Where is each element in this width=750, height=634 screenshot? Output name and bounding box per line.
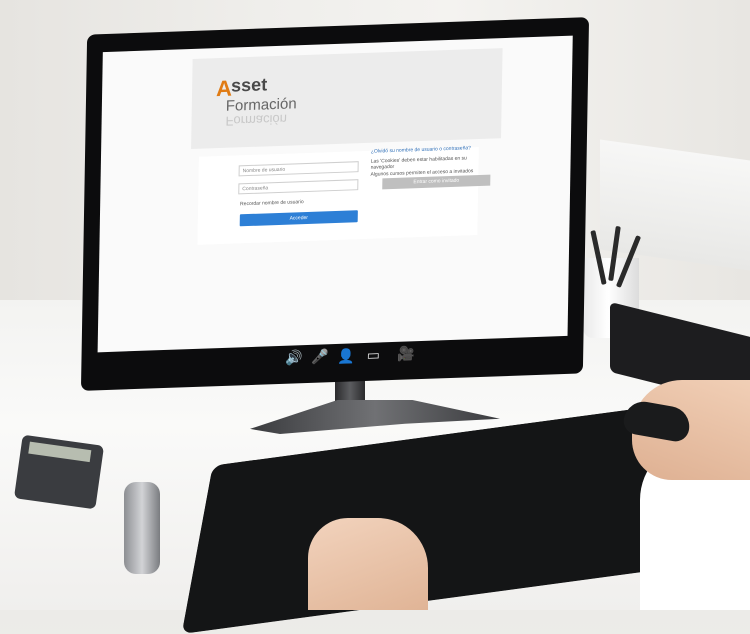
speaker-icon: 🔊 — [285, 349, 303, 366]
user-icon: 👤 — [337, 347, 355, 364]
microphone-icon: 🎤 — [311, 348, 329, 365]
calculator-display — [28, 441, 92, 463]
camera-icon: 🎥 — [397, 345, 415, 362]
logo-word-sset: sset — [230, 74, 268, 96]
monitor: A sset Formación Formación Nombre de usu… — [80, 17, 590, 391]
logo-reflection: Formación — [225, 111, 288, 129]
calculator — [13, 434, 105, 510]
stapler — [124, 482, 160, 574]
shelf — [600, 139, 750, 271]
screen-icon: ▭ — [366, 346, 381, 363]
left-hand — [308, 518, 428, 610]
monitor-screen: A sset Formación Formación Nombre de usu… — [97, 35, 573, 353]
